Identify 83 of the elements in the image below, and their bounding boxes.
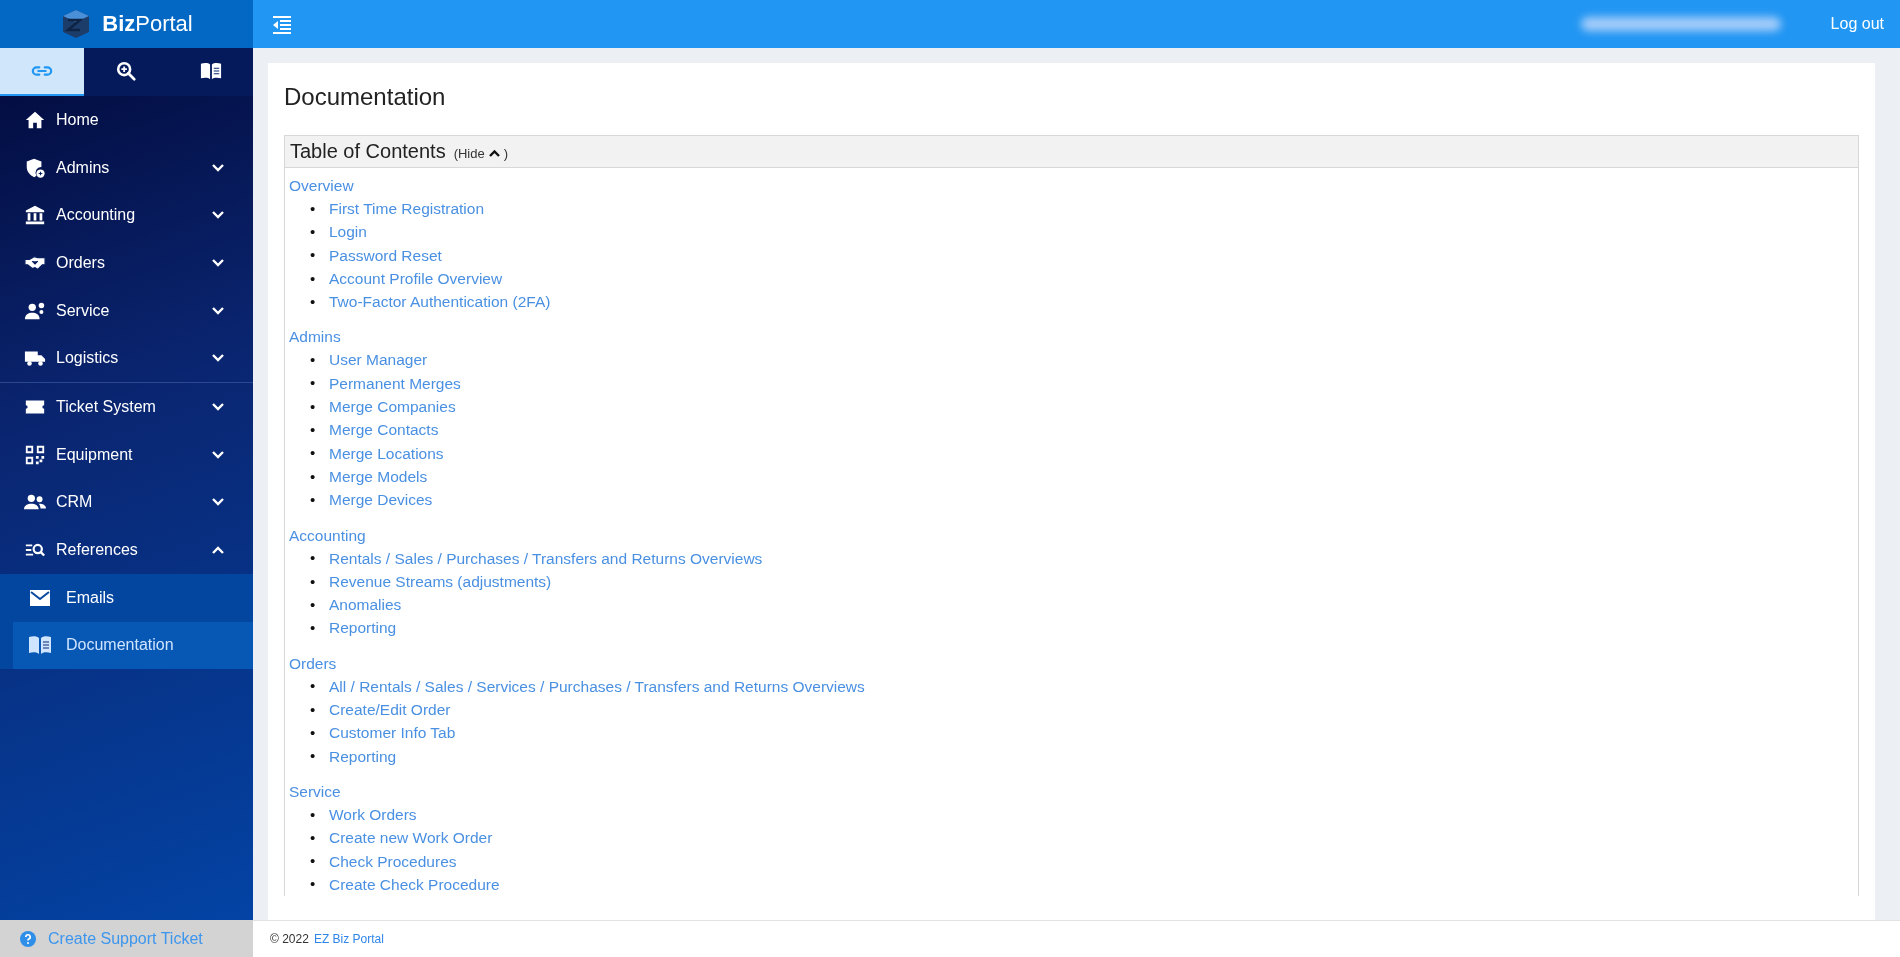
logout-link[interactable]: Log out [1830, 15, 1884, 33]
toc-section-link[interactable]: Service [289, 779, 341, 803]
toc-link[interactable]: Login [329, 220, 367, 244]
bullet: • [310, 875, 317, 894]
toc-link[interactable]: Merge Locations [329, 441, 444, 465]
toc-link[interactable]: Merge Companies [329, 395, 456, 419]
toc-link[interactable]: Account Profile Overview [329, 266, 503, 291]
toc-link[interactable]: Reporting [329, 616, 397, 640]
bank-icon [24, 204, 46, 227]
nav-item[interactable]: Admins [0, 143, 253, 192]
nav-item[interactable]: Service [0, 286, 253, 335]
bullet: • [310, 677, 317, 696]
nav-item[interactable]: CRM [0, 478, 253, 527]
footer-link[interactable]: EZ Biz Portal [313, 932, 384, 946]
bullet: • [310, 595, 317, 614]
toc-section-link[interactable]: Accounting [289, 523, 366, 547]
toc-link[interactable]: Create Check Procedure [329, 872, 500, 897]
toc-link[interactable]: First Time Registration [329, 197, 485, 221]
shield-icon [24, 156, 46, 179]
bullet: • [310, 852, 317, 871]
toc-link[interactable]: Merge Models [329, 464, 428, 489]
nav-item[interactable]: Ticket System [0, 383, 253, 431]
nav-subitem[interactable]: Documentation [13, 621, 253, 670]
toc-link[interactable]: User Manager [329, 348, 428, 372]
qr-code-icon [24, 443, 46, 466]
menu-icon[interactable] [271, 13, 293, 35]
bullet: • [310, 292, 317, 311]
bullet: • [310, 222, 317, 241]
toc-link[interactable]: Customer Info Tab [329, 721, 456, 745]
caret-up-icon [488, 149, 500, 158]
toc-link[interactable]: Permanent Merges [329, 371, 461, 396]
nav-subitem[interactable]: Emails [0, 573, 253, 622]
bullet: • [310, 490, 317, 509]
toc-section-link[interactable]: Admins [289, 325, 341, 349]
bullet: • [310, 421, 317, 439]
bullet: • [310, 828, 317, 847]
bullet: • [310, 374, 317, 393]
nav-item[interactable]: Logistics [0, 334, 253, 383]
support-link[interactable]: Create Support Ticket [0, 920, 253, 957]
brand-name: BizPortal [102, 11, 193, 37]
bullet: • [310, 397, 317, 416]
bullet: • [310, 700, 317, 719]
toc-link[interactable]: Rentals / Sales / Purchases / Transfers and Returns Overviews [329, 546, 763, 570]
toc-section-link[interactable]: Orders [289, 651, 337, 675]
search-icon [115, 60, 138, 82]
bullet: • [310, 444, 317, 463]
toc-section-link[interactable]: Overview [289, 174, 354, 197]
toc-link[interactable]: Password Reset [329, 243, 442, 267]
nav-item[interactable]: Orders [0, 239, 253, 287]
book-icon [199, 60, 222, 82]
toc-link[interactable]: Reporting [329, 744, 397, 768]
hide-toggle[interactable]: (Hide ) [453, 146, 509, 161]
sidebar-tab[interactable] [84, 48, 169, 96]
copyright-text: © 2022 [270, 932, 309, 946]
bullet: • [310, 246, 317, 265]
nav-item[interactable]: Accounting [0, 191, 253, 240]
page-title: Documentation [284, 83, 447, 111]
bullet: • [310, 747, 317, 766]
toc-link[interactable]: Create new Work Order [329, 826, 493, 850]
bullet: • [310, 805, 317, 824]
toc-link[interactable]: Check Procedures [329, 849, 457, 873]
toc-link[interactable]: Revenue Streams (adjustments) [329, 569, 552, 594]
toc-link[interactable]: Merge Contacts [329, 418, 439, 442]
bullet: • [310, 269, 317, 288]
nav-item[interactable]: Home [0, 96, 253, 144]
help-icon [20, 930, 36, 947]
toc-link[interactable]: Two-Factor Authentication (2FA) [329, 290, 551, 314]
bullet: • [310, 549, 317, 568]
bullet: • [310, 724, 317, 742]
toc-link[interactable]: Merge Devices [329, 488, 433, 512]
bullet: • [310, 351, 317, 370]
bullet: • [310, 467, 317, 486]
toc-link[interactable]: Create/Edit Order [329, 698, 451, 722]
toc-link[interactable]: Work Orders [329, 802, 417, 827]
sidebar-tab[interactable] [168, 48, 253, 96]
nav-item[interactable]: Equipment [0, 430, 253, 479]
toc-title: Table of Contents [290, 140, 446, 163]
bullet: • [310, 619, 317, 638]
bullet: • [310, 199, 317, 218]
toc-link[interactable]: Anomalies [329, 593, 402, 617]
toc-link[interactable]: All / Rentals / Sales / Services / Purchases / Transfers and Returns Overviews [329, 674, 865, 699]
bullet: • [310, 572, 317, 591]
nav-item[interactable]: References [0, 526, 253, 574]
